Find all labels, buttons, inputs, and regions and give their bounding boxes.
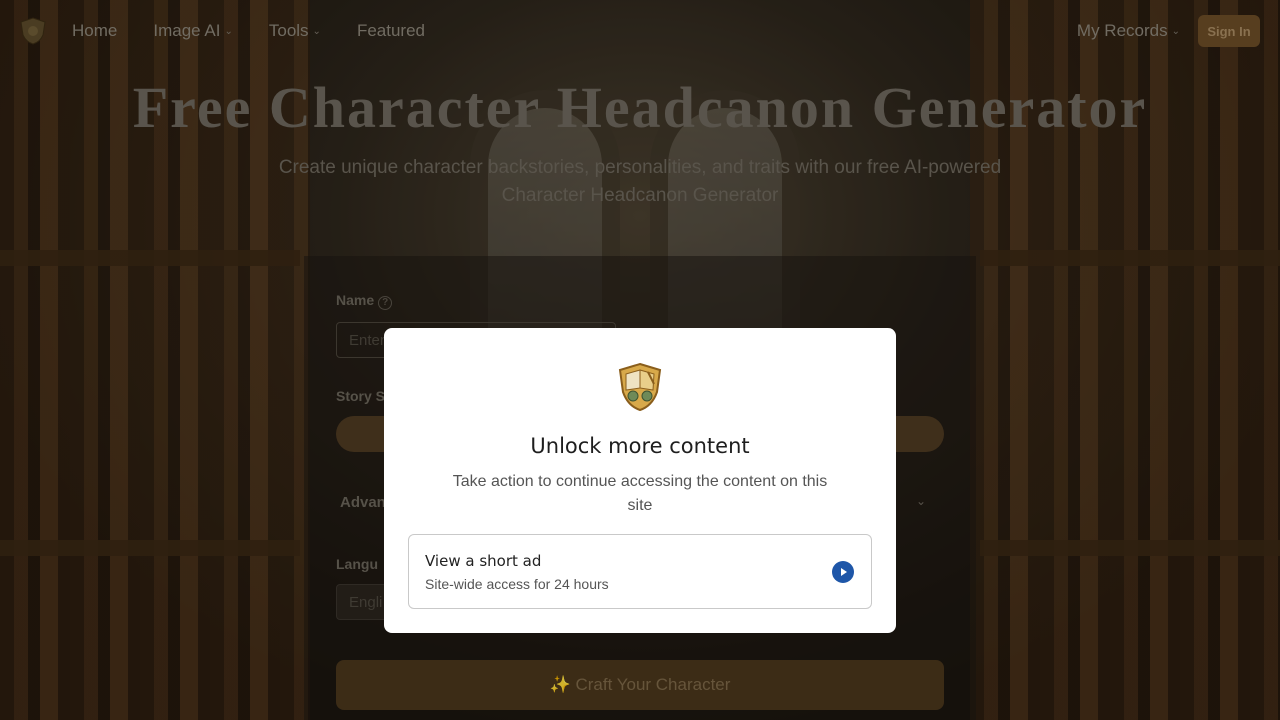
modal-description: Take action to continue accessing the co…	[452, 473, 828, 514]
modal-title: Unlock more content	[530, 434, 750, 458]
play-icon[interactable]	[832, 561, 854, 583]
site-logo-icon	[618, 362, 662, 412]
unlock-content-modal: Unlock more content Take action to conti…	[384, 328, 896, 633]
option-title: View a short ad	[425, 552, 542, 570]
view-ad-option[interactable]: View a short ad Site-wide access for 24 …	[408, 534, 872, 609]
option-subtitle: Site-wide access for 24 hours	[425, 576, 609, 592]
